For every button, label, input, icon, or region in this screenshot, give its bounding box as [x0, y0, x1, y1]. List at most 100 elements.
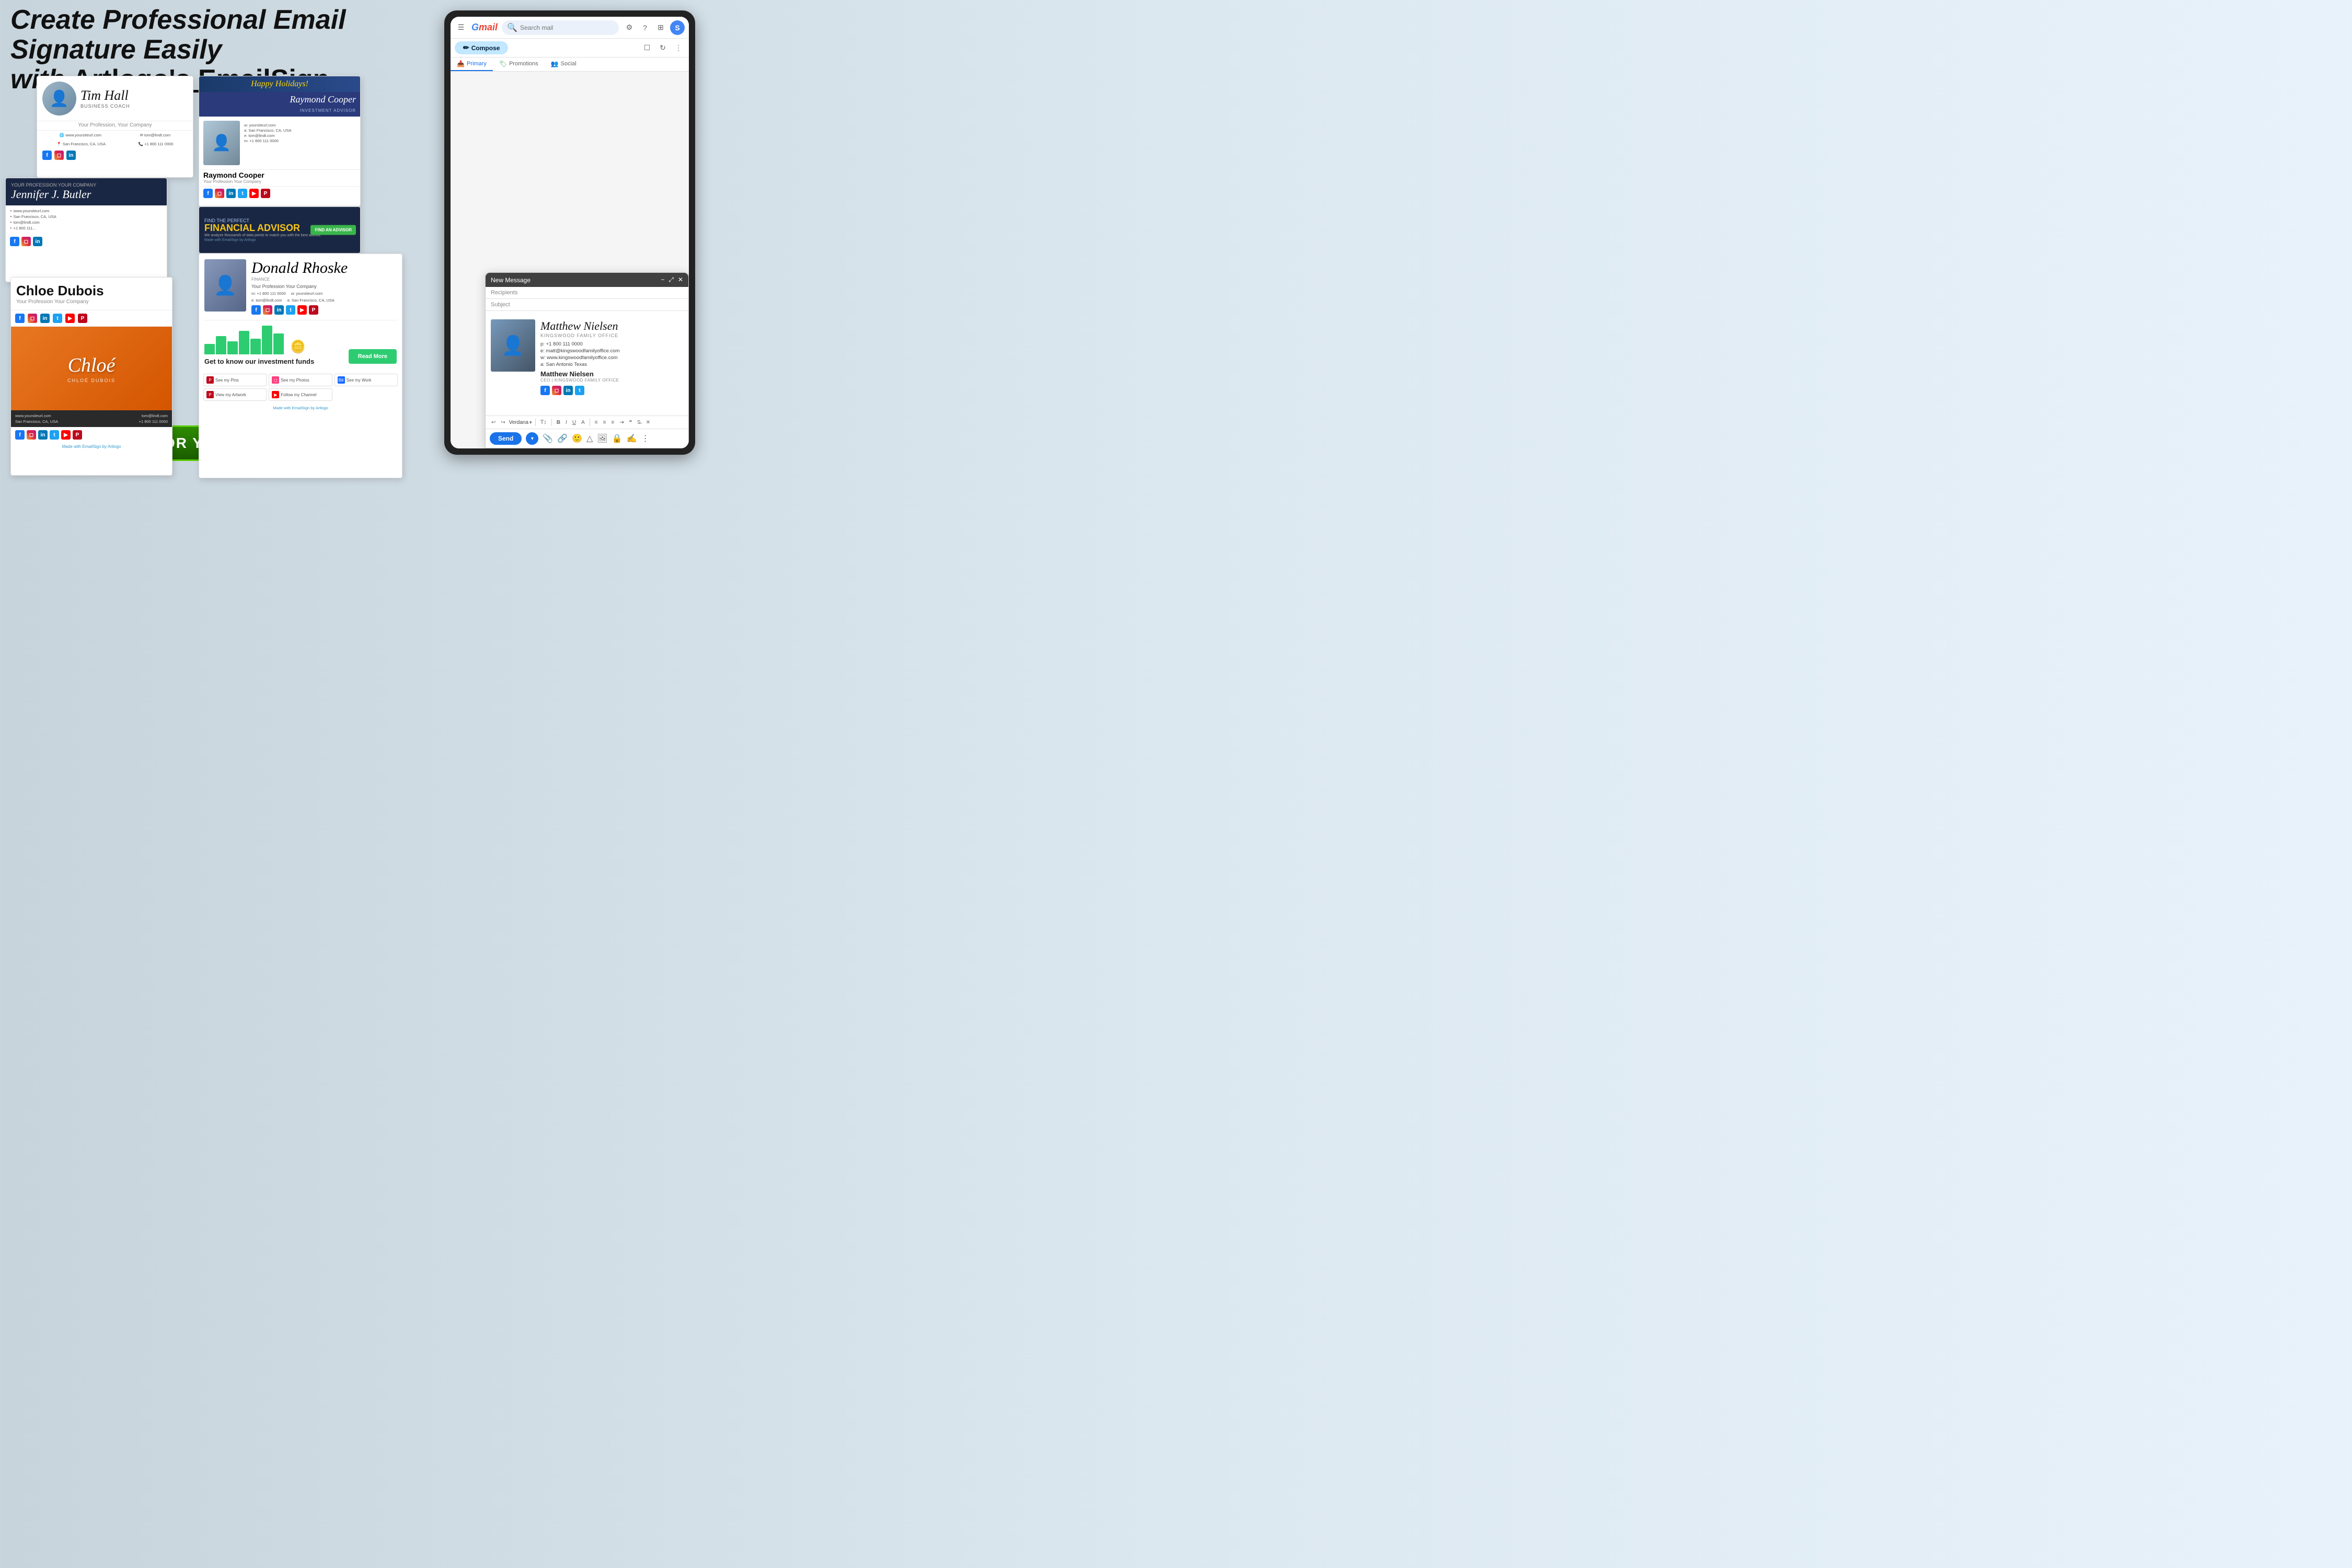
donald-top-area: 👤 Donald Rhoske Finance Your Profession …: [199, 254, 402, 320]
drive-icon[interactable]: △: [586, 433, 593, 444]
donald-made-with: Made with EmailSign by Artlogo: [199, 404, 402, 412]
card-donald-rhoske: 👤 Donald Rhoske Finance Your Profession …: [199, 253, 402, 478]
tim-location: 📍 San Francisco, CA, USA: [56, 142, 106, 146]
see-my-photos-btn[interactable]: ◻ See my Photos: [269, 374, 332, 386]
cards-area: Tim Hall Business Coach Your Profession,…: [5, 76, 418, 452]
send-label: Send: [498, 435, 513, 442]
send-button[interactable]: Send: [490, 432, 522, 445]
chloe-yt-icon: ▶: [65, 314, 75, 323]
gmail-topbar: ☰ Gmail 🔍 ⚙ ? ⊞ S: [451, 17, 689, 39]
checkbox-icon[interactable]: ☐: [641, 42, 653, 54]
chloe-li2-icon: in: [38, 430, 48, 440]
read-more-button[interactable]: Read More: [349, 349, 397, 364]
gmail-tabs: 📥 Primary 🏷 Promotions 👥 Social: [451, 57, 689, 72]
apps-icon[interactable]: ⊞: [654, 21, 667, 34]
donald-invest-row: Get to know our investment funds Read Mo…: [204, 358, 397, 365]
refresh-icon[interactable]: ↻: [656, 42, 669, 54]
chloe-social-bottom: f ◻ in t ▶ P: [11, 427, 172, 443]
font-name: Verdana: [509, 420, 528, 425]
chloe-tw-icon: t: [53, 314, 62, 323]
sig-person-name: Matthew Nielsen: [540, 370, 683, 378]
font-color-btn[interactable]: A: [580, 419, 586, 426]
pinterest-icon: P: [206, 376, 214, 384]
donald-pi-icon: P: [309, 305, 318, 315]
tablet-screen: ☰ Gmail 🔍 ⚙ ? ⊞ S: [451, 17, 689, 448]
hamburger-icon[interactable]: ☰: [455, 21, 467, 34]
follow-my-channel-btn[interactable]: ▶ Follow my Channel: [269, 388, 332, 401]
strikethrough-btn[interactable]: S̶: [636, 419, 642, 426]
card-jennifer-butler: Your Profession Your Company Jennifer J.…: [5, 178, 167, 282]
bullet-list-btn[interactable]: ≡: [602, 419, 608, 426]
chloe-script-name: Chloé: [67, 354, 116, 377]
photo-icon[interactable]: 🖼: [597, 433, 607, 444]
font-size-btn[interactable]: T↕: [539, 418, 548, 426]
compose-formatting-toolbar: ↩ ↪ Verdana ▾ T↕ B I U A: [486, 416, 688, 429]
close-icon[interactable]: ✕: [678, 276, 683, 284]
font-selector[interactable]: Verdana ▾: [509, 420, 532, 425]
search-input[interactable]: [520, 24, 614, 31]
chloe-pi-icon: P: [78, 314, 87, 323]
more-options-icon[interactable]: ⋮: [641, 433, 650, 444]
raymond-info: w: yoursiteurl.com a: San Francisco, CA,…: [244, 121, 356, 165]
jennifer-company: Your Profession Your Company: [11, 182, 162, 188]
financial-find-btn[interactable]: Find an Advisor: [310, 225, 356, 235]
chart-bar-1: [204, 344, 215, 354]
see-my-work-btn[interactable]: Bē See my Work: [335, 374, 398, 386]
tab-primary[interactable]: 📥 Primary: [451, 57, 493, 71]
raymond-ig-icon: ◻: [215, 189, 224, 198]
donald-phone: m: +1 800 111 0000: [251, 291, 286, 296]
compose-recipients-field[interactable]: Recipients: [486, 287, 688, 299]
underline-btn[interactable]: U: [571, 419, 578, 426]
donald-sig-area: Donald Rhoske Finance Your Profession Yo…: [251, 259, 397, 315]
compose-body[interactable]: 👤 Matthew Nielsen Kingswood Family Offic…: [486, 311, 688, 416]
view-my-artwork-btn[interactable]: P View my Artwork: [203, 388, 267, 401]
raymond-li-icon: in: [226, 189, 236, 198]
tim-title: Business Coach: [80, 103, 130, 109]
lock-icon[interactable]: 🔒: [612, 433, 622, 444]
chart-bar-4: [239, 331, 249, 354]
chloe-email: tom@lindt.com: [142, 413, 168, 418]
sig-fb-icon: f: [540, 386, 550, 395]
blockquote-btn[interactable]: ❝: [628, 419, 633, 426]
compose-subject-field[interactable]: Subject: [486, 299, 688, 311]
redo-btn[interactable]: ↪: [499, 419, 506, 426]
bold-btn[interactable]: B: [555, 419, 562, 426]
coin-icon: 🪙: [290, 339, 306, 354]
user-avatar[interactable]: S: [670, 20, 685, 35]
chloe-contact-bar: www.yoursiteurl.com tom@lindt.com San Fr…: [11, 410, 172, 427]
indent-btn[interactable]: ⇥: [618, 419, 625, 426]
emoji-icon[interactable]: 🙂: [572, 433, 582, 444]
compose-button[interactable]: ✏ Compose: [455, 41, 508, 54]
chloe-made-with: Made with EmailSign by Artlogo: [11, 443, 172, 451]
chloe-top-bar: Chloe Dubois Your Profession Your Compan…: [11, 278, 172, 310]
maximize-icon[interactable]: ⤢: [668, 276, 674, 284]
tab-social[interactable]: 👥 Social: [545, 57, 583, 71]
attach-icon[interactable]: 📎: [543, 433, 553, 444]
see-my-pins-btn[interactable]: P See my Pins: [203, 374, 267, 386]
adjust-icon[interactable]: ⚙: [623, 21, 636, 34]
chloe-social-top: f ◻ in t ▶ P: [11, 310, 172, 327]
link-icon[interactable]: 🔗: [557, 433, 568, 444]
italic-btn[interactable]: I: [564, 419, 569, 426]
signature-icon[interactable]: ✍: [627, 433, 637, 444]
more-icon[interactable]: ⋮: [672, 42, 685, 54]
jennifer-phone: +1 800 111...: [10, 226, 163, 230]
send-dropdown-button[interactable]: ▾: [526, 432, 538, 445]
chloe-fb2-icon: f: [15, 430, 25, 440]
sig-li-icon: in: [563, 386, 573, 395]
gmail-toolbar: ✏ Compose ☐ ↻ ⋮: [451, 39, 689, 57]
minimize-icon[interactable]: −: [661, 276, 664, 284]
undo-btn[interactable]: ↩: [490, 419, 497, 426]
chart-bar-2: [216, 336, 226, 354]
people-icon: 👥: [551, 60, 559, 67]
align-btn[interactable]: ≡: [593, 419, 599, 426]
remove-format-btn[interactable]: ✕: [644, 419, 652, 426]
numbered-list-btn[interactable]: ≡: [609, 419, 616, 426]
help-icon[interactable]: ?: [639, 21, 651, 34]
chart-bar-3: [227, 341, 238, 354]
tab-promotions[interactable]: 🏷 Promotions: [493, 57, 545, 71]
gmail-top-icons: ⚙ ? ⊞ S: [623, 20, 685, 35]
donald-address: a: San Francisco, CA, USA: [287, 298, 334, 303]
tim-contact2: 📍 San Francisco, CA, USA 📞 +1 800 111 00…: [37, 140, 193, 148]
gmail-search-bar[interactable]: 🔍: [502, 20, 619, 35]
